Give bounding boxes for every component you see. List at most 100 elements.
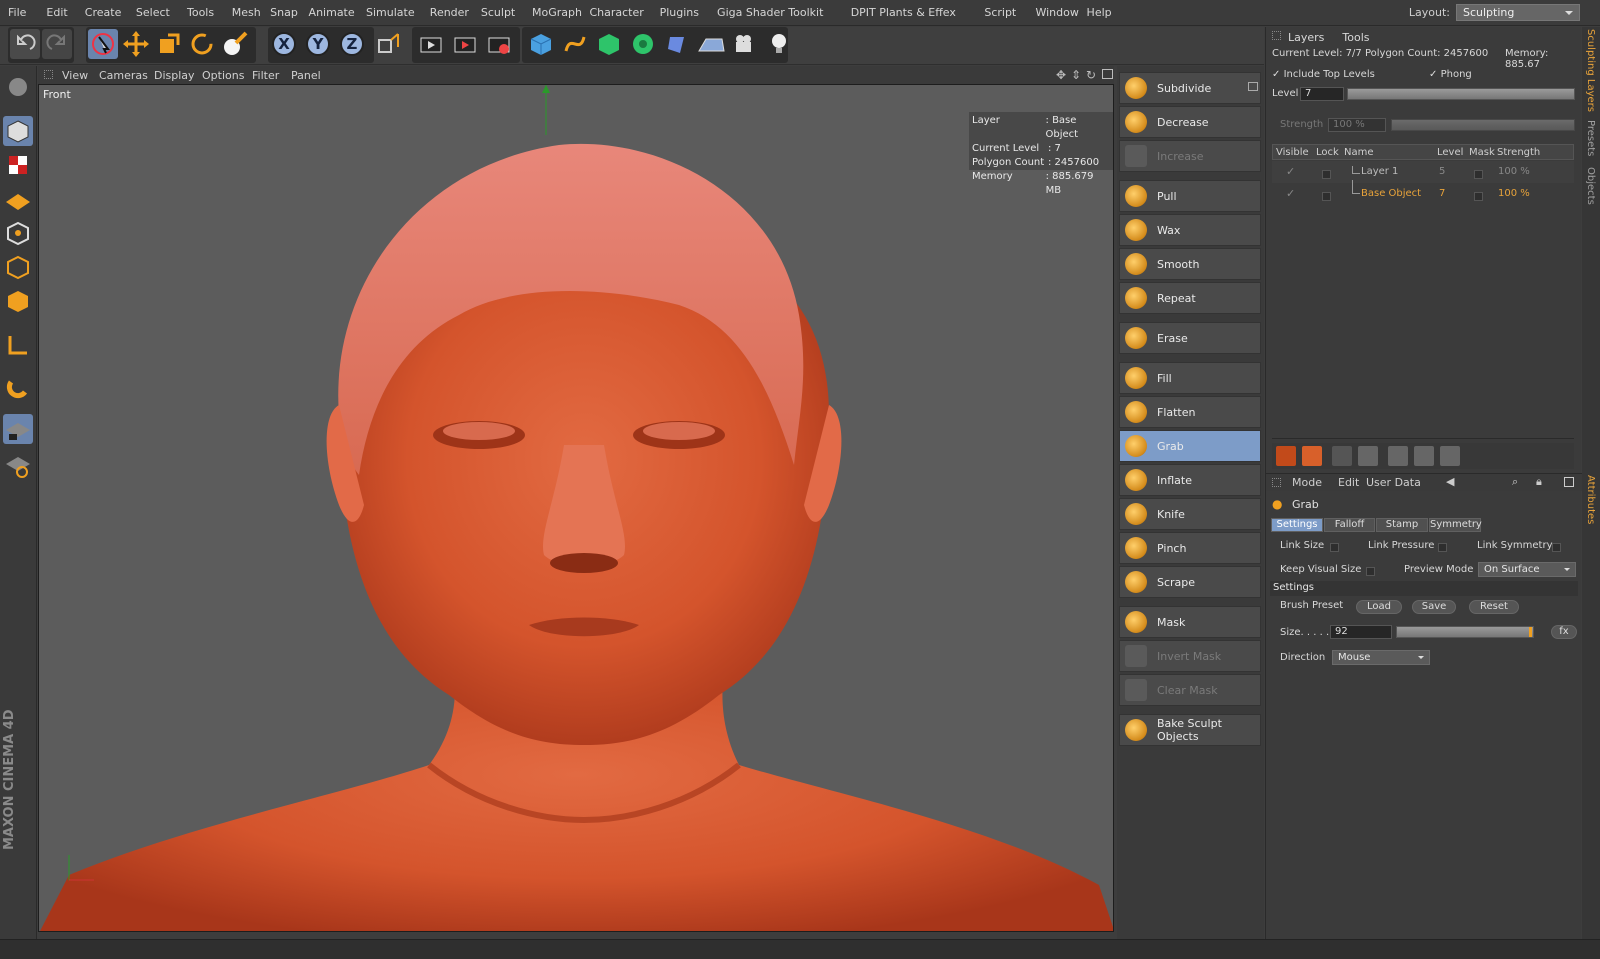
sculpt-tool-pull[interactable]: Pull — [1119, 180, 1261, 212]
lock-checkbox[interactable] — [1322, 167, 1331, 180]
camera-icon[interactable] — [730, 29, 760, 59]
add-layer-icon[interactable] — [1276, 446, 1296, 466]
level-slider[interactable] — [1347, 88, 1575, 100]
dolly-view-icon[interactable]: ⇕ — [1071, 68, 1081, 82]
move-icon[interactable] — [121, 29, 151, 59]
menu-mograph[interactable]: MoGraph — [532, 6, 582, 19]
size-field[interactable]: 92 — [1330, 625, 1392, 639]
mask-checkbox[interactable] — [1474, 189, 1483, 202]
viewport-front[interactable]: Front Layer: Base Object Current Level: … — [38, 84, 1114, 932]
reset-preset-button[interactable]: Reset — [1469, 600, 1519, 614]
menu-help[interactable]: Help — [1087, 6, 1112, 19]
keep-visual-size-checkbox[interactable] — [1366, 564, 1375, 577]
menu-mesh[interactable]: Mesh — [232, 6, 261, 19]
sculpt-tool-smooth[interactable]: Smooth — [1119, 248, 1261, 280]
mask-checkbox[interactable] — [1474, 167, 1483, 180]
visible-check-icon[interactable]: ✓ — [1286, 187, 1295, 200]
fx-button[interactable]: fx — [1551, 625, 1577, 639]
back-arrow-icon[interactable]: ◀ — [1446, 475, 1454, 488]
table-row[interactable]: ✓ Base Object 7 100 % — [1272, 180, 1574, 205]
maximize-view-icon[interactable] — [1102, 69, 1113, 79]
render-picture-viewer-icon[interactable] — [450, 29, 480, 59]
sculpt-tool-repeat[interactable]: Repeat — [1119, 282, 1261, 314]
coordinate-system-icon[interactable] — [374, 29, 404, 59]
sculpt-tool-mask[interactable]: Mask — [1119, 606, 1261, 638]
subtab-stamp[interactable]: Stamp — [1376, 518, 1428, 532]
save-preset-button[interactable]: Save — [1412, 600, 1456, 614]
menu-simulate[interactable]: Simulate — [366, 6, 415, 19]
paste-layer-icon[interactable] — [1414, 446, 1434, 466]
menu-file[interactable]: File — [8, 6, 26, 19]
lock-checkbox[interactable] — [1322, 189, 1331, 202]
direction-select[interactable]: Mouse — [1332, 650, 1430, 665]
sculpt-tool-subdivide[interactable]: Subdivide — [1119, 72, 1261, 104]
side-tab-attributes[interactable]: Attributes — [1585, 475, 1596, 524]
panel-options-icon[interactable] — [1248, 82, 1258, 91]
sculpt-tool-inflate[interactable]: Inflate — [1119, 464, 1261, 496]
axis-x-toggle[interactable]: X — [272, 32, 296, 56]
sculpt-tool-decrease[interactable]: Decrease — [1119, 106, 1261, 138]
points-mode-icon[interactable] — [3, 218, 33, 248]
menu-create[interactable]: Create — [85, 6, 122, 19]
render-view-icon[interactable] — [416, 29, 446, 59]
sculpt-tool-fill[interactable]: Fill — [1119, 362, 1261, 394]
menu-character[interactable]: Character — [589, 6, 643, 19]
search-icon[interactable]: ⌕ — [1512, 475, 1518, 489]
layer-name[interactable]: Layer 1 — [1361, 166, 1398, 177]
texture-mode-icon[interactable] — [3, 150, 33, 180]
add-folder-icon[interactable] — [1302, 446, 1322, 466]
live-selection-icon[interactable] — [88, 29, 118, 59]
attributes-menu-mode[interactable]: Mode — [1292, 476, 1322, 489]
menu-render[interactable]: Render — [430, 6, 469, 19]
menu-edit[interactable]: Edit — [46, 6, 67, 19]
sculpt-tool-erase[interactable]: Erase — [1119, 322, 1261, 354]
link-pressure-checkbox[interactable] — [1438, 540, 1447, 553]
viewport-menu-panel[interactable]: Panel — [291, 69, 321, 82]
viewport-menu-filter[interactable]: Filter — [252, 69, 279, 82]
redo-icon[interactable] — [42, 29, 72, 59]
subtab-symmetry[interactable]: Symmetry — [1429, 518, 1482, 532]
attributes-menu-edit[interactable]: Edit — [1338, 476, 1359, 489]
link-symmetry-checkbox[interactable] — [1552, 540, 1561, 553]
axis-mode-icon[interactable] — [3, 330, 33, 360]
phong-checkbox[interactable]: ✓ Phong — [1429, 69, 1529, 80]
generator-icon[interactable] — [594, 29, 624, 59]
sculpt-model-head[interactable] — [39, 85, 1114, 932]
rotate-view-icon[interactable]: ↻ — [1086, 68, 1096, 82]
pan-view-icon[interactable]: ✥ — [1056, 68, 1066, 82]
viewport-menu-view[interactable]: View — [62, 69, 88, 82]
merge-layer-icon[interactable] — [1440, 446, 1460, 466]
scale-icon[interactable] — [154, 29, 184, 59]
sculpt-tool-wax[interactable]: Wax — [1119, 214, 1261, 246]
tab-tools[interactable]: Tools — [1342, 31, 1369, 44]
menu-sculpt[interactable]: Sculpt — [481, 6, 515, 19]
menu-tools[interactable]: Tools — [187, 6, 214, 19]
menu-dpit-plants-effex[interactable]: DPIT Plants & Effex — [851, 6, 956, 19]
make-editable-icon[interactable] — [3, 72, 33, 102]
rotate-icon[interactable] — [187, 29, 217, 59]
menu-script[interactable]: Script — [984, 6, 1016, 19]
spline-icon[interactable] — [560, 29, 590, 59]
light-icon[interactable] — [764, 29, 794, 59]
menu-snap[interactable]: Snap — [270, 6, 298, 19]
viewport-menu-options[interactable]: Options — [202, 69, 244, 82]
menu-plugins[interactable]: Plugins — [660, 6, 699, 19]
sculpt-tool-knife[interactable]: Knife — [1119, 498, 1261, 530]
sculpt-brush-icon[interactable] — [220, 29, 250, 59]
locked-workplane-icon[interactable] — [3, 450, 33, 480]
new-panel-icon[interactable] — [1564, 477, 1574, 487]
undo-icon[interactable] — [10, 29, 40, 59]
visible-check-icon[interactable]: ✓ — [1286, 165, 1295, 178]
attributes-menu-user-data[interactable]: User Data — [1366, 476, 1421, 489]
menu-window[interactable]: Window — [1035, 6, 1078, 19]
side-tab-objects[interactable]: Objects — [1585, 167, 1596, 205]
deformer-icon[interactable] — [662, 29, 692, 59]
include-top-levels[interactable]: ✓ Include Top Levels — [1272, 69, 1442, 80]
copy-layer-icon[interactable] — [1388, 446, 1408, 466]
preview-mode-select[interactable]: On Surface — [1478, 562, 1576, 577]
side-tab-sculpting-layers[interactable]: Sculpting Layers — [1585, 29, 1596, 112]
axis-z-toggle[interactable]: Z — [340, 32, 364, 56]
viewport-menu-cameras[interactable]: Cameras — [99, 69, 148, 82]
clear-layer-icon[interactable] — [1358, 446, 1378, 466]
workplane-mode-icon[interactable] — [3, 184, 33, 214]
